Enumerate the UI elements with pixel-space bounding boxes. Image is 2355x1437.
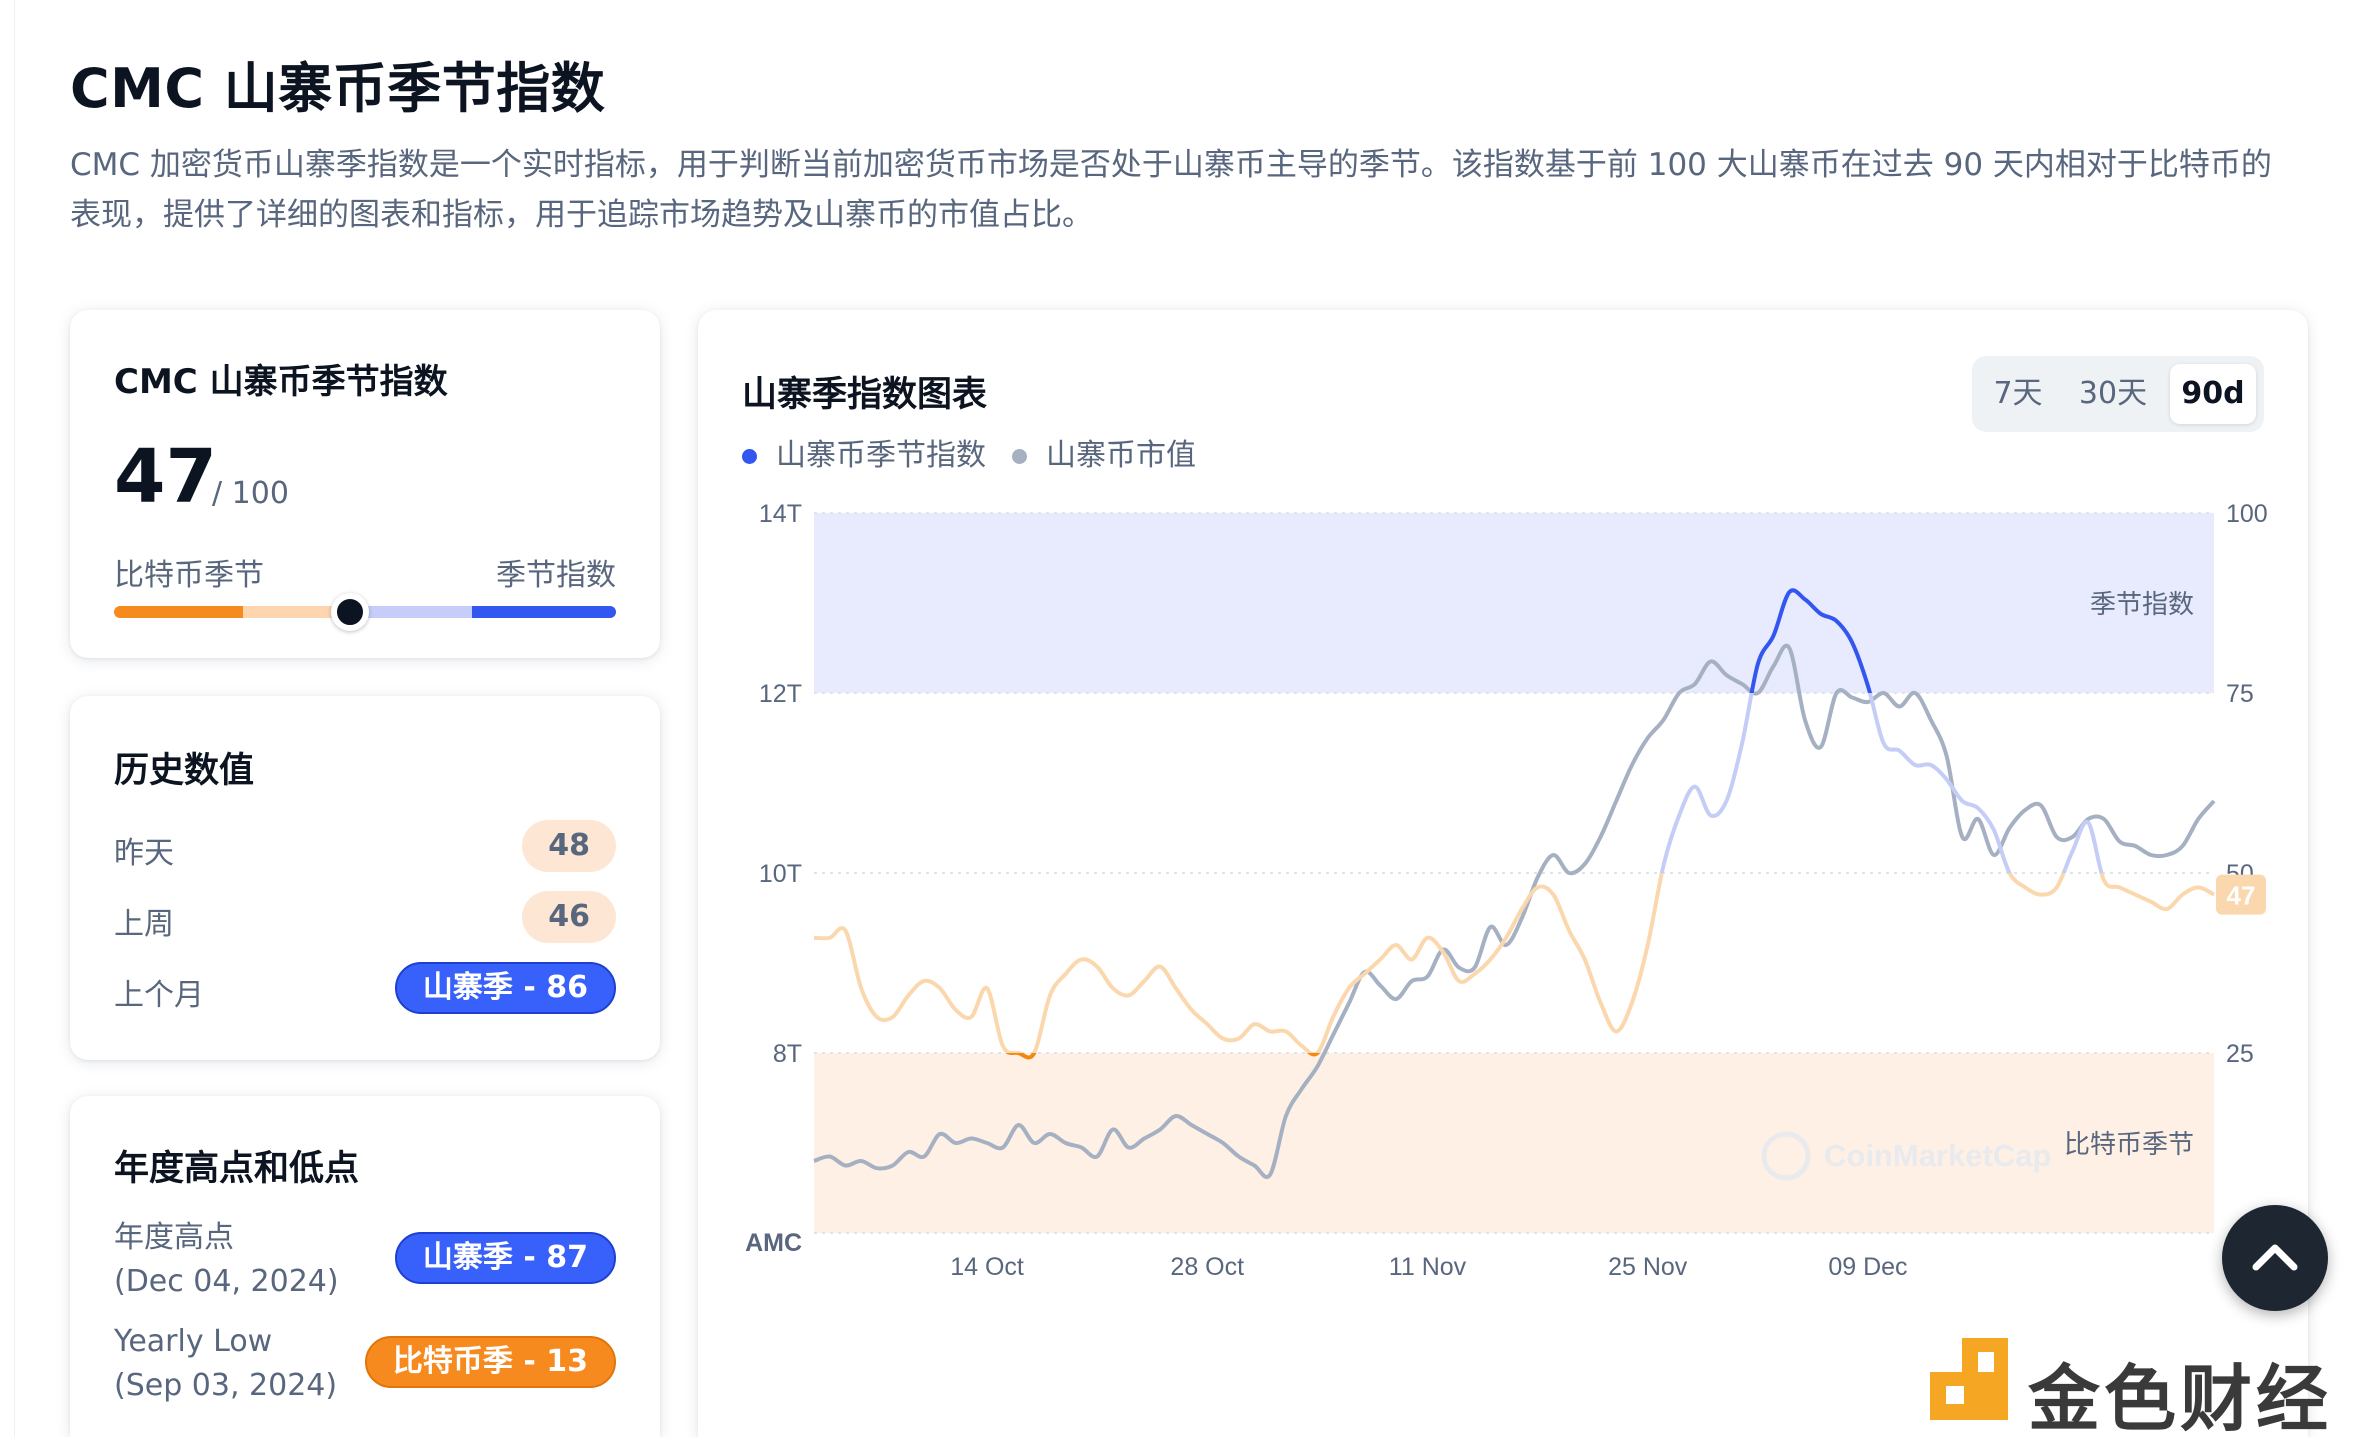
- y-left-tick-label: 12T: [759, 680, 802, 708]
- yearly-low-badge: 比特币季 - 13: [364, 1336, 616, 1388]
- jinse-logo-icon: [1930, 1338, 2008, 1420]
- yearly-low: Yearly Low (Sep 03, 2024) 比特币季 - 13: [114, 1320, 616, 1408]
- page-title: CMC 山寨币季节指数: [70, 57, 606, 120]
- x-tick-label: 09 Dec: [1828, 1253, 1907, 1281]
- page-root: CMC 山寨币季节指数 CMC 加密货币山寨季指数是一个实时指标，用于判断当前加…: [0, 0, 2355, 1437]
- x-tick-label: 25 Nov: [1608, 1253, 1688, 1281]
- scroll-to-top-button[interactable]: [2222, 1205, 2328, 1311]
- zone-label-altcoin: 季节指数: [2090, 589, 2194, 619]
- zone-label-bitcoin: 比特币季节: [2064, 1129, 2194, 1159]
- current-value-badge-label: 47: [2227, 881, 2256, 911]
- yearly-high: 年度高点 (Dec 04, 2024) 山寨季 - 87: [114, 1216, 616, 1304]
- history-card-title: 历史数值: [114, 751, 255, 791]
- history-value-badge: 山寨季 - 86: [394, 962, 616, 1014]
- x-tick-label: 28 Oct: [1170, 1253, 1244, 1281]
- index-scale-knob: [330, 593, 369, 631]
- index-value: 47: [114, 434, 217, 520]
- history-label: 昨天: [114, 836, 174, 871]
- coinmarketcap-watermark: CoinMarketCap: [1824, 1138, 2051, 1173]
- scale-segment-altcoin-light: [356, 606, 473, 618]
- y-left-axis-title: AMC: [745, 1229, 802, 1257]
- y-right-tick-label: 100: [2226, 500, 2268, 528]
- history-value-badge: 46: [522, 891, 616, 943]
- bitcoin-season-label: 比特币季节: [114, 558, 264, 593]
- yearly-high-badge: 山寨季 - 87: [394, 1232, 616, 1284]
- index-card-title: CMC 山寨币季节指数: [114, 362, 448, 402]
- jinse-watermark: 金色财经: [1924, 1334, 2344, 1437]
- x-tick-label: 11 Nov: [1389, 1253, 1467, 1281]
- history-row-last-month: 上个月 山寨季 - 86: [114, 962, 616, 1014]
- chevron-up-icon: [2252, 1244, 2298, 1271]
- jinse-watermark-text: 金色财经: [2028, 1357, 2333, 1437]
- chart-card: 山寨季指数图表 7天 30天 90d 山寨币季节指数 山寨币市值 季节指数 比特币…: [698, 310, 2308, 1437]
- y-right-tick-label: 75: [2226, 680, 2254, 708]
- index-max: / 100: [212, 476, 289, 511]
- y-left-tick-label: 10T: [759, 860, 802, 888]
- history-row-yesterday: 昨天 48: [114, 820, 616, 872]
- index-card: CMC 山寨币季节指数 47 / 100 比特币季节 季节指数: [70, 310, 660, 658]
- history-card: 历史数值 昨天 48 上周 46 上个月 山寨季 - 86: [70, 696, 660, 1060]
- y-right-tick-label: 25: [2226, 1040, 2254, 1068]
- history-value-badge: 48: [522, 820, 616, 872]
- yearly-card-title: 年度高点和低点: [114, 1149, 360, 1189]
- y-left-tick-label: 8T: [773, 1040, 802, 1068]
- y-left-tick-label: 14T: [759, 500, 802, 528]
- yearly-card: 年度高点和低点 年度高点 (Dec 04, 2024) 山寨季 - 87 Yea…: [70, 1096, 660, 1437]
- scale-segment-altcoin: [472, 606, 616, 618]
- altcoin-season-zone: [814, 513, 2214, 693]
- altcoin-season-chart[interactable]: 季节指数比特币季节CoinMarketCap14T12T10T8T1007550…: [698, 310, 2308, 1437]
- x-tick-label: 14 Oct: [950, 1253, 1024, 1281]
- history-label: 上个月: [114, 978, 204, 1013]
- scale-segment-bitcoin: [114, 606, 243, 618]
- history-label: 上周: [114, 907, 174, 942]
- history-row-last-week: 上周 46: [114, 891, 616, 943]
- altcoin-season-label: 季节指数: [496, 558, 616, 593]
- page-description: CMC 加密货币山寨季指数是一个实时指标，用于判断当前加密货币市场是否处于山寨币…: [70, 147, 2272, 233]
